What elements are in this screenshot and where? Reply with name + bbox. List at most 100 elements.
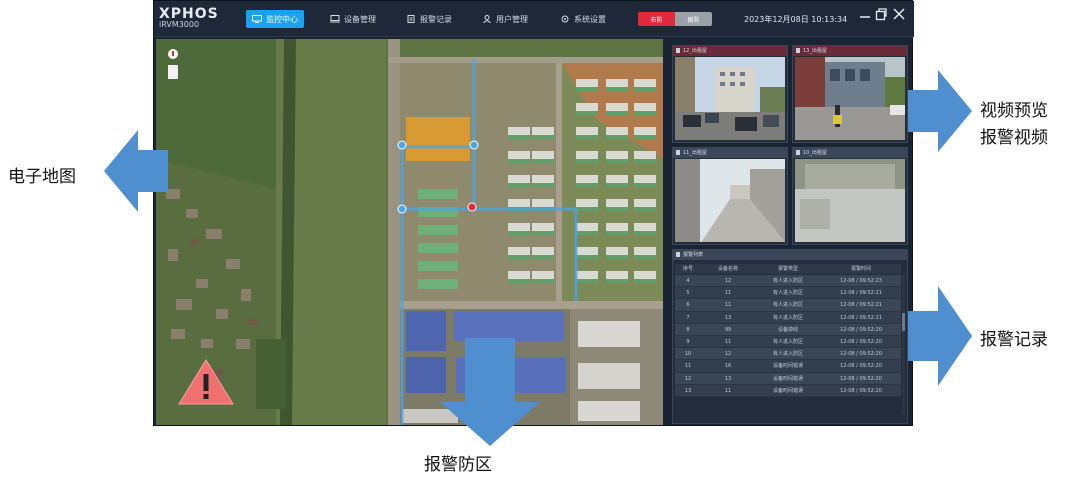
warning-triangle-icon[interactable] — [176, 357, 236, 407]
table-cell: 有人进入防区 — [772, 278, 803, 284]
building-roof — [634, 111, 656, 115]
video-feed[interactable] — [795, 57, 905, 140]
video-frame — [795, 159, 905, 242]
arm-on-button[interactable]: 布防 — [638, 12, 675, 26]
table-row[interactable]: 11 16 设备时间错误 12-08 / 09:52:20 — [675, 360, 901, 373]
table-cell: 13 — [724, 314, 732, 321]
building-roof — [508, 255, 530, 259]
video-title: 10_出租屋 — [793, 148, 907, 158]
video-panel-4[interactable]: 10_出租屋 — [792, 147, 908, 245]
scrollbar-thumb[interactable] — [902, 313, 905, 331]
restore-icon[interactable] — [874, 7, 888, 21]
video-title: 11_出租屋 — [673, 148, 787, 158]
building-roof — [634, 159, 656, 163]
table-cell: 9 — [686, 338, 690, 345]
video-panel-2[interactable]: 13_出租屋 — [792, 45, 908, 143]
table-cell: 有人进入防区 — [772, 290, 803, 297]
map-zoom-controls[interactable] — [168, 49, 178, 79]
table-cell: 12 — [724, 278, 732, 284]
video-frame — [675, 57, 785, 140]
table-row[interactable]: 9 11 有人进入防区 12-08 / 09:52:20 — [675, 335, 901, 349]
building-roof — [576, 231, 598, 235]
table-row[interactable]: 4 12 有人进入防区 12-08 / 09:52:23 — [675, 275, 901, 288]
monitor-icon — [252, 15, 262, 23]
table-cell: 7 — [686, 314, 690, 321]
building-roof — [634, 183, 656, 187]
label-alarm-video: 报警视频 — [980, 128, 1048, 148]
video-feed[interactable] — [675, 57, 785, 140]
compass-icon[interactable] — [168, 49, 178, 59]
video-frame — [795, 57, 905, 140]
table-cell: 11 — [684, 363, 692, 370]
video-feed[interactable] — [675, 159, 785, 242]
building-roof — [508, 231, 530, 235]
header-time: 报警时间 — [850, 266, 871, 272]
table-cell: 10 — [684, 351, 692, 358]
nav-label: 设备管理 — [344, 14, 376, 24]
table-cell: 8 — [686, 326, 690, 333]
table-cell: 有人进入防区 — [772, 351, 803, 358]
alarm-scrollbar[interactable] — [902, 275, 905, 415]
video-panel-1[interactable]: 12_出租屋 — [672, 45, 788, 143]
arm-off-button[interactable]: 撤防 — [675, 12, 712, 26]
building-roof — [606, 231, 628, 235]
building-roof — [576, 279, 598, 283]
label-electronic-map: 电子地图 — [8, 167, 76, 187]
table-row[interactable]: 7 13 有人进入防区 12-08 / 09:52:21 — [675, 311, 901, 324]
logo: XPHOS iRVM3000 — [159, 6, 219, 29]
video-feed[interactable] — [795, 159, 905, 242]
close-icon[interactable] — [892, 7, 906, 21]
arm-toggle[interactable]: 布防 撤防 — [638, 12, 712, 26]
table-cell: 12-08 / 09:52:23 — [840, 278, 882, 284]
building-roof — [576, 255, 598, 259]
nav-device-management[interactable]: 设备管理 — [324, 10, 382, 28]
nav-system-settings[interactable]: 系统设置 — [554, 10, 612, 28]
map-arrow-icon — [104, 130, 168, 212]
building — [418, 243, 458, 253]
nav-monitor-center[interactable]: 监控中心 — [246, 10, 304, 28]
table-cell: 有人进入防区 — [772, 302, 803, 309]
table-row[interactable]: 5 11 有人进入防区 12-08 / 09:52:21 — [675, 287, 901, 300]
clipboard-icon — [407, 15, 415, 23]
video-panel-3[interactable]: 11_出租屋 — [672, 147, 788, 245]
gear-icon — [561, 15, 569, 23]
nav-alarm-records[interactable]: 报警记录 — [400, 10, 458, 28]
table-cell: 12-08 / 09:52:20 — [840, 375, 882, 382]
building-roof — [508, 135, 530, 139]
header-type: 报警类型 — [777, 266, 798, 272]
video-title: 12_出租屋 — [673, 46, 787, 56]
table-row[interactable]: 8 99 设备掉线 12-08 / 09:52:20 — [675, 323, 901, 336]
table-row[interactable]: 10 12 有人进入防区 12-08 / 09:52:20 — [675, 348, 901, 361]
table-row[interactable]: 6 11 有人进入防区 12-08 / 09:52:21 — [675, 299, 901, 312]
table-cell: 5 — [686, 290, 690, 297]
table-cell: 设备时间错误 — [772, 375, 803, 382]
building-roof — [532, 183, 554, 187]
table-cell: 12-08 / 09:52:20 — [840, 363, 882, 370]
nav-label: 报警记录 — [420, 14, 452, 24]
building — [418, 279, 458, 289]
table-cell: 4 — [686, 278, 690, 284]
building-roof — [634, 135, 656, 139]
satellite-map[interactable] — [156, 39, 663, 425]
table-cell: 12 — [724, 351, 732, 358]
table-cell: 有人进入防区 — [772, 338, 803, 345]
table-row[interactable]: 13 11 设备时间错误 12-08 / 09:52:20 — [675, 384, 901, 397]
building-roof — [634, 279, 656, 283]
table-cell: 6 — [686, 302, 690, 309]
table-row[interactable]: 12 13 设备时间错误 12-08 / 09:52:20 — [675, 372, 901, 385]
label-alarm-records: 报警记录 — [980, 330, 1048, 350]
building-roof — [576, 159, 598, 163]
building-roof — [606, 87, 628, 91]
building-roof — [634, 255, 656, 259]
building-roof — [576, 207, 598, 211]
building-roof — [532, 159, 554, 163]
building-roof — [532, 231, 554, 235]
building-roof — [634, 87, 656, 91]
table-cell: 11 — [724, 290, 732, 297]
building-roof — [634, 231, 656, 235]
building-roof — [508, 159, 530, 163]
minimize-icon[interactable] — [858, 7, 872, 21]
nav-user-management[interactable]: 用户管理 — [476, 10, 534, 28]
video-title: 13_出租屋 — [793, 46, 907, 56]
zoom-slider[interactable] — [168, 65, 178, 79]
